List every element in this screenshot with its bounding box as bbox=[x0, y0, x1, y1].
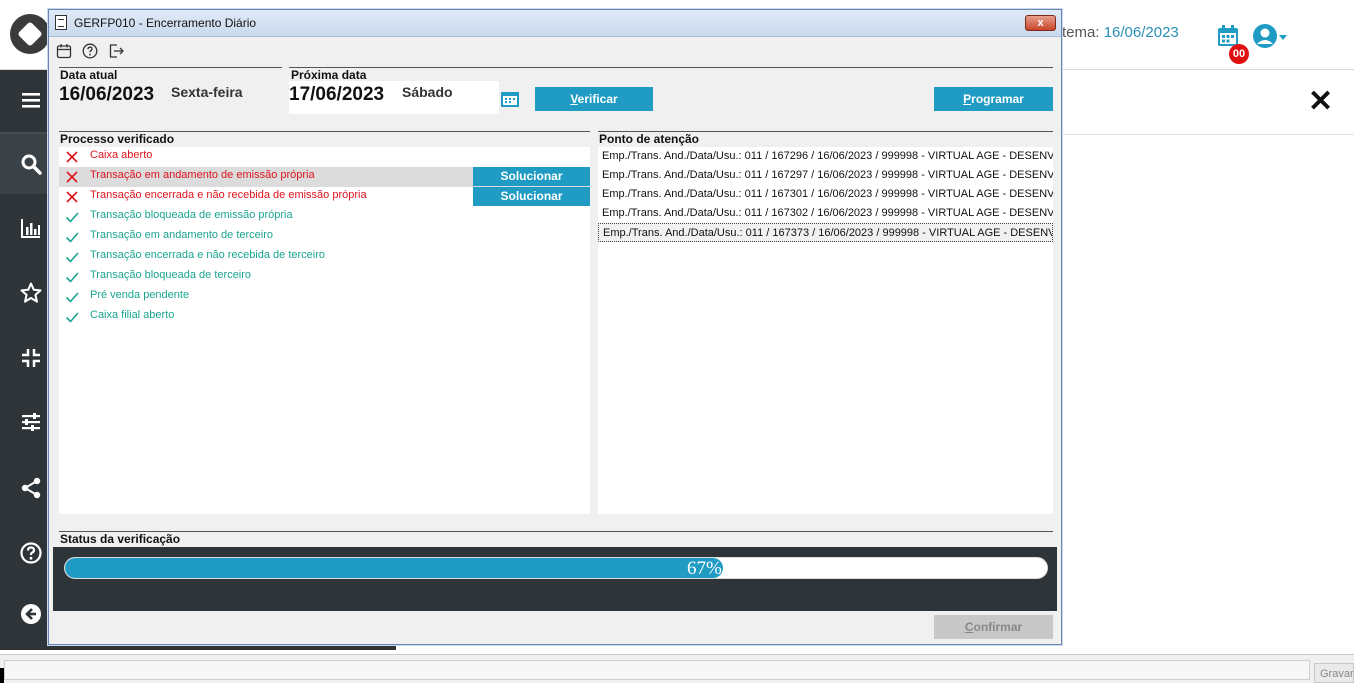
save-button[interactable]: Gravar bbox=[1314, 663, 1354, 683]
current-date-divider bbox=[59, 67, 282, 68]
next-date-value: 17/06/2023 bbox=[289, 84, 385, 105]
current-date-label: Data atual bbox=[60, 68, 118, 82]
system-date: tema: 16/06/2023 bbox=[1062, 24, 1179, 41]
document-icon bbox=[55, 15, 67, 30]
notification-badge: 00 bbox=[1229, 44, 1249, 64]
content-divider bbox=[1062, 134, 1354, 135]
process-label: Caixa filial aberto bbox=[90, 309, 175, 321]
calendar-icon[interactable] bbox=[55, 42, 73, 60]
date-picker-icon[interactable] bbox=[500, 90, 520, 108]
process-panel-label: Processo verificado bbox=[60, 132, 175, 146]
error-x-icon bbox=[65, 170, 79, 184]
process-label: Transação bloqueada de emissão própria bbox=[90, 209, 293, 221]
current-weekday: Sexta-feira bbox=[171, 84, 243, 100]
confirm-button[interactable]: Confirmar bbox=[934, 615, 1053, 639]
dialog-titlebar[interactable]: GERFP010 - Encerramento Diário x bbox=[49, 10, 1061, 37]
process-row[interactable]: Pré venda pendente bbox=[59, 287, 589, 307]
program-button-label: rogramar bbox=[971, 92, 1024, 106]
current-date-value: 16/06/2023 bbox=[59, 84, 155, 105]
check-icon bbox=[65, 230, 79, 244]
exit-icon[interactable] bbox=[107, 42, 125, 60]
check-icon bbox=[65, 250, 79, 264]
next-weekday: Sábado bbox=[402, 84, 453, 100]
dialog-toolbar bbox=[55, 42, 125, 62]
confirm-button-label: onfirmar bbox=[973, 620, 1023, 634]
verify-button-mnemonic: V bbox=[570, 92, 578, 106]
attention-row[interactable]: Emp./Trans. And./Data/Usu.: 011 / 167301… bbox=[598, 185, 1053, 204]
process-label: Caixa aberto bbox=[90, 149, 153, 161]
attention-row[interactable]: Emp./Trans. And./Data/Usu.: 011 / 167296… bbox=[598, 147, 1053, 166]
status-label: Status da verificação bbox=[60, 532, 181, 546]
dialog-title: GERFP010 - Encerramento Diário bbox=[74, 16, 257, 30]
process-row[interactable]: Transação bloqueada de terceiro bbox=[59, 267, 589, 287]
progress-text: 67% bbox=[687, 558, 722, 579]
process-row[interactable]: Transação em andamento de terceiro bbox=[59, 227, 589, 247]
process-label: Transação encerrada e não recebida de em… bbox=[90, 189, 367, 201]
attention-panel-label: Ponto de atenção bbox=[599, 132, 700, 146]
check-icon bbox=[65, 310, 79, 324]
user-menu-icon[interactable] bbox=[1252, 23, 1288, 49]
program-button-mnemonic: P bbox=[963, 92, 972, 106]
process-label: Transação em andamento de terceiro bbox=[90, 229, 274, 241]
attention-row[interactable]: Emp./Trans. And./Data/Usu.: 011 / 167302… bbox=[598, 204, 1053, 223]
status-divider bbox=[59, 531, 1053, 532]
process-list: Caixa aberto Transação em andamento de em… bbox=[59, 147, 590, 514]
status-bar bbox=[0, 654, 1354, 683]
progress-fill bbox=[65, 558, 723, 578]
process-label: Pré venda pendente bbox=[90, 289, 190, 301]
process-label: Transação em andamento de emissão própri… bbox=[90, 169, 315, 181]
process-label: Transação bloqueada de terceiro bbox=[90, 269, 252, 281]
check-icon bbox=[65, 270, 79, 284]
process-row[interactable]: Transação encerrada e não recebida de te… bbox=[59, 247, 589, 267]
error-x-icon bbox=[65, 190, 79, 204]
next-date-label: Próxima data bbox=[291, 68, 367, 82]
process-row[interactable]: Caixa filial aberto bbox=[59, 307, 589, 327]
solve-button[interactable]: Solucionar bbox=[473, 187, 590, 206]
process-label: Transação encerrada e não recebida de te… bbox=[90, 249, 326, 261]
window-close-button[interactable]: x bbox=[1025, 15, 1056, 31]
process-row[interactable]: Transação em andamento de emissão própri… bbox=[59, 167, 590, 187]
help-icon[interactable] bbox=[81, 42, 99, 60]
attention-row[interactable]: Emp./Trans. And./Data/Usu.: 011 / 167297… bbox=[598, 166, 1053, 185]
check-icon bbox=[65, 210, 79, 224]
verify-button[interactable]: Verificar bbox=[535, 87, 653, 111]
attention-list: Emp./Trans. And./Data/Usu.: 011 / 167296… bbox=[598, 147, 1053, 514]
close-icon[interactable]: ✕ bbox=[1308, 87, 1333, 117]
verify-button-label: erificar bbox=[577, 92, 618, 106]
process-row[interactable]: Caixa aberto bbox=[59, 147, 589, 167]
system-date-value: 16/06/2023 bbox=[1103, 24, 1179, 41]
check-icon bbox=[65, 290, 79, 304]
progress-bar: 67% bbox=[64, 557, 1048, 579]
next-date-divider bbox=[289, 67, 1053, 68]
daily-closing-dialog: GERFP010 - Encerramento Diário x Data at… bbox=[48, 9, 1062, 645]
bottom-accent bbox=[0, 646, 396, 650]
process-row[interactable]: Transação encerrada e não recebida de em… bbox=[59, 187, 590, 207]
app-logo bbox=[0, 0, 50, 70]
attention-row[interactable]: Emp./Trans. And./Data/Usu.: 011 / 167373… bbox=[598, 223, 1053, 242]
program-button[interactable]: Programar bbox=[934, 87, 1053, 111]
system-date-prefix: tema: bbox=[1062, 24, 1100, 41]
process-row[interactable]: Transação bloqueada de emissão própria bbox=[59, 207, 589, 227]
solve-button[interactable]: Solucionar bbox=[473, 167, 590, 186]
error-x-icon bbox=[65, 150, 79, 164]
text-cursor bbox=[0, 668, 4, 683]
status-area: 67% bbox=[53, 547, 1057, 611]
